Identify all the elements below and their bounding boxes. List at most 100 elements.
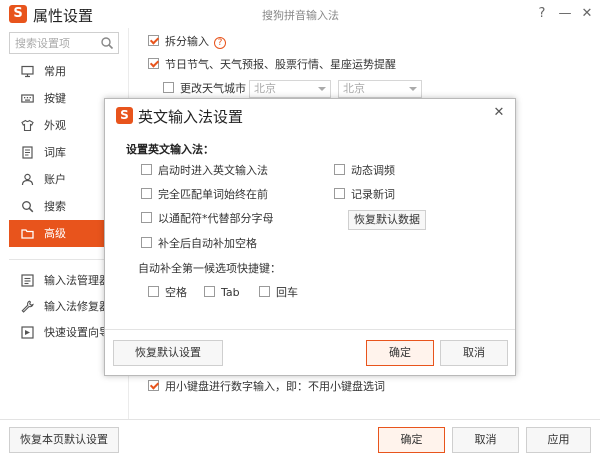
dialog-heading: 设置英文输入法： bbox=[126, 143, 214, 156]
sidebar-item-label: 搜索 bbox=[44, 200, 66, 213]
sidebar-item-label: 词库 bbox=[44, 146, 66, 159]
wrench-icon bbox=[21, 300, 34, 313]
dialog-title: 英文输入法设置 bbox=[138, 108, 244, 126]
start-english-checkbox[interactable] bbox=[141, 164, 152, 175]
sogou-logo-icon: S bbox=[9, 5, 27, 23]
cancel-button[interactable]: 取消 bbox=[452, 427, 519, 453]
list-icon bbox=[21, 274, 34, 287]
dialog-cancel-button[interactable]: 取消 bbox=[440, 340, 508, 366]
sidebar-divider bbox=[9, 259, 119, 260]
sidebar-item-appearance[interactable]: 外观 bbox=[9, 112, 119, 139]
city-select[interactable]: 北京 bbox=[338, 80, 422, 98]
option-label: 记录新词 bbox=[351, 188, 395, 201]
dialog-footer-divider bbox=[105, 329, 515, 330]
keyboard-icon bbox=[21, 94, 34, 103]
footer-divider bbox=[0, 419, 600, 420]
chevron-down-icon bbox=[318, 87, 326, 91]
option-label: 补全后自动补加空格 bbox=[158, 237, 257, 250]
shortcut-tab-option[interactable]: Tab bbox=[204, 284, 240, 302]
sidebar-item-common[interactable]: 常用 bbox=[9, 58, 119, 85]
city-value: 北京 bbox=[343, 82, 365, 95]
record-new-words-checkbox[interactable] bbox=[334, 188, 345, 199]
search-icon[interactable] bbox=[100, 36, 114, 50]
province-value: 北京 bbox=[254, 82, 276, 95]
restore-default-data-button[interactable]: 恢复默认数据 bbox=[348, 210, 426, 230]
sidebar-item-label: 账户 bbox=[44, 173, 66, 186]
tshirt-icon bbox=[21, 119, 34, 132]
wildcard-checkbox[interactable] bbox=[141, 212, 152, 223]
shortcut-space-option[interactable]: 空格 bbox=[148, 284, 187, 302]
festival-reminder-checkbox[interactable] bbox=[148, 58, 159, 69]
weather-city-option[interactable]: 更改天气城市 bbox=[163, 80, 246, 98]
search-input[interactable] bbox=[10, 33, 96, 53]
ok-button[interactable]: 确定 bbox=[378, 427, 445, 453]
auto-space-checkbox[interactable] bbox=[141, 237, 152, 248]
province-select[interactable]: 北京 bbox=[249, 80, 331, 98]
folder-icon bbox=[21, 229, 34, 239]
sidebar-item-label: 按键 bbox=[44, 92, 66, 105]
help-circle-icon[interactable]: ? bbox=[214, 37, 226, 49]
record-new-words-option[interactable]: 记录新词 bbox=[334, 186, 395, 204]
sogou-logo-icon: S bbox=[116, 107, 133, 124]
user-icon bbox=[21, 173, 34, 186]
exact-match-first-checkbox[interactable] bbox=[141, 188, 152, 199]
dialog-close-button[interactable]: ✕ bbox=[491, 105, 507, 121]
shortcut-label: 自动补全第一候选项快捷键： bbox=[138, 262, 281, 275]
sidebar-item-search[interactable]: 搜索 bbox=[9, 193, 119, 220]
dynamic-frequency-option[interactable]: 动态调频 bbox=[334, 162, 395, 180]
help-button[interactable]: ? bbox=[530, 3, 554, 25]
book-icon bbox=[22, 146, 33, 159]
tool-quick-wizard[interactable]: 快速设置向导 bbox=[9, 320, 119, 346]
sidebar-item-keys[interactable]: 按键 bbox=[9, 85, 119, 112]
option-label: 动态调频 bbox=[351, 164, 395, 177]
sidebar-item-lexicon[interactable]: 词库 bbox=[9, 139, 119, 166]
sidebar-item-label: 高级 bbox=[44, 227, 66, 240]
monitor-icon bbox=[21, 65, 34, 78]
sidebar-nav: 常用 按键 外观 词库 账户 搜索 高级 输入法管理器 输入法修复器 快速设置向… bbox=[9, 58, 119, 346]
shortcut-enter-checkbox[interactable] bbox=[259, 286, 270, 297]
restore-default-settings-button[interactable]: 恢复默认设置 bbox=[113, 340, 223, 366]
option-label: 启动时进入英文输入法 bbox=[158, 164, 268, 177]
split-input-label: 拆分输入 bbox=[165, 35, 209, 48]
restore-page-defaults-button[interactable]: 恢复本页默认设置 bbox=[9, 427, 119, 453]
sidebar-item-label: 常用 bbox=[44, 65, 66, 78]
tool-ime-repair[interactable]: 输入法修复器 bbox=[9, 294, 119, 320]
split-input-checkbox[interactable] bbox=[148, 35, 159, 46]
wizard-icon bbox=[21, 326, 34, 339]
english-ime-dialog: S 英文输入法设置 ✕ 设置英文输入法： 启动时进入英文输入法 完全匹配单词始终… bbox=[104, 98, 516, 376]
shortcut-enter-option[interactable]: 回车 bbox=[259, 284, 298, 302]
option-label: 回车 bbox=[276, 286, 298, 299]
option-label: 以通配符*代替部分字母 bbox=[158, 212, 274, 225]
weather-city-checkbox[interactable] bbox=[163, 82, 174, 93]
option-label: Tab bbox=[221, 286, 240, 299]
apply-button[interactable]: 应用 bbox=[526, 427, 591, 453]
window-title: 属性设置 bbox=[33, 7, 94, 25]
start-english-option[interactable]: 启动时进入英文输入法 bbox=[141, 162, 268, 180]
sidebar-item-label: 外观 bbox=[44, 119, 66, 132]
tool-label: 输入法修复器 bbox=[44, 300, 110, 313]
chevron-down-icon bbox=[409, 87, 417, 91]
option-label: 完全匹配单词始终在前 bbox=[158, 188, 268, 201]
festival-reminder-label: 节日节气、天气预报、股票行情、星座运势提醒 bbox=[165, 58, 396, 71]
window-subtitle: 搜狗拼音输入法 bbox=[262, 9, 339, 22]
wildcard-option[interactable]: 以通配符*代替部分字母 bbox=[141, 210, 274, 228]
dialog-ok-button[interactable]: 确定 bbox=[366, 340, 434, 366]
tool-label: 快速设置向导 bbox=[44, 326, 110, 339]
tool-ime-manager[interactable]: 输入法管理器 bbox=[9, 268, 119, 294]
shortcut-space-checkbox[interactable] bbox=[148, 286, 159, 297]
dynamic-frequency-checkbox[interactable] bbox=[334, 164, 345, 175]
magnifier-icon bbox=[22, 201, 34, 213]
exact-match-first-option[interactable]: 完全匹配单词始终在前 bbox=[141, 186, 268, 204]
minimize-button[interactable]: — bbox=[553, 3, 577, 25]
keypad-digits-option[interactable]: 用小键盘进行数字输入，即：不用小键盘选词 bbox=[148, 378, 385, 396]
close-button[interactable]: ✕ bbox=[575, 3, 599, 25]
weather-city-label: 更改天气城市 bbox=[180, 82, 246, 95]
keypad-digits-checkbox[interactable] bbox=[148, 380, 159, 391]
auto-space-option[interactable]: 补全后自动补加空格 bbox=[141, 235, 257, 253]
split-input-option[interactable]: 拆分输入? bbox=[148, 33, 226, 51]
sidebar-item-advanced[interactable]: 高级 bbox=[9, 220, 119, 247]
festival-reminder-option[interactable]: 节日节气、天气预报、股票行情、星座运势提醒 bbox=[148, 56, 396, 74]
sidebar-item-account[interactable]: 账户 bbox=[9, 166, 119, 193]
option-label: 空格 bbox=[165, 286, 187, 299]
shortcut-tab-checkbox[interactable] bbox=[204, 286, 215, 297]
